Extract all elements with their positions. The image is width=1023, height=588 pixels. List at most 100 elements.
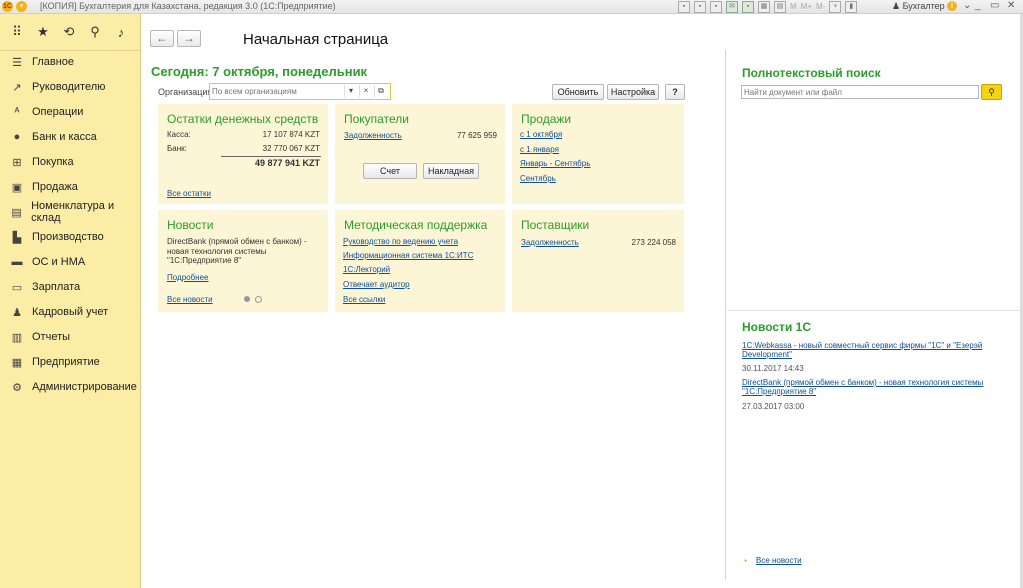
method-link[interactable]: 1С:Лекторий <box>343 265 390 274</box>
back-button[interactable]: ← <box>150 30 174 47</box>
sidebar-item-8[interactable]: ▙ Производство <box>0 226 140 248</box>
all-balances-link[interactable]: Все остатки <box>167 189 211 198</box>
panel-icon[interactable]: ▮ <box>845 1 858 13</box>
sidebar-item-6[interactable]: ▣ Продажа <box>0 176 140 198</box>
panel-title[interactable]: Продажи <box>521 112 571 126</box>
help-button[interactable]: ? <box>665 84 685 100</box>
panel-title[interactable]: Остатки денежных средств <box>167 112 318 126</box>
memory-m-button[interactable]: M <box>790 1 797 13</box>
sidebar-item-label: Операции <box>32 106 84 118</box>
more-link[interactable]: Подробнее <box>167 273 209 282</box>
pager-dot-active[interactable] <box>244 296 250 302</box>
close-button[interactable]: ✕ <box>1007 0 1015 12</box>
sidebar-item-5[interactable]: ⊞ Покупка <box>0 151 140 173</box>
organization-input[interactable] <box>212 85 342 97</box>
attach-icon[interactable]: ▪ <box>742 1 754 13</box>
news-item-link[interactable]: Development" <box>742 350 792 359</box>
sales-link[interactable]: с 1 октября <box>520 130 562 139</box>
history-icon[interactable]: ⟲ <box>56 24 82 40</box>
dropdown-arrow-icon[interactable]: ▾ <box>344 85 357 97</box>
method-link[interactable]: Информационная система 1С:ИТС <box>343 251 473 260</box>
settings-button[interactable]: Настройка <box>607 84 659 100</box>
sidebar-item-1[interactable]: ☰ Главное <box>0 51 140 73</box>
waybill-button[interactable]: Накладная <box>423 163 479 179</box>
sidebar-item-13[interactable]: ▦ Предприятие <box>0 351 140 373</box>
method-link[interactable]: Отвечает аудитор <box>343 280 410 289</box>
bank-label: Банк: <box>167 144 187 153</box>
building-icon: ▦ <box>11 356 23 369</box>
app-logo-icon[interactable]: 1C <box>2 1 13 12</box>
dropdown-arrow-icon[interactable]: ⌄ <box>963 0 971 12</box>
save-icon[interactable]: ▪ <box>678 1 690 13</box>
sales-link[interactable]: Сентябрь <box>520 174 556 183</box>
restore-button[interactable]: ▭ <box>990 0 999 12</box>
panel-title[interactable]: Методическая поддержка <box>344 218 487 232</box>
news-text-line: новая технология системы <box>167 247 267 256</box>
sidebar-item-2[interactable]: ↗ Руководителю <box>0 76 140 98</box>
search-icon[interactable]: ⚲ <box>82 24 108 40</box>
all-news-link[interactable]: Все новости <box>756 556 802 565</box>
sidebar-item-7[interactable]: ▤ Номенклатура и склад <box>0 200 140 224</box>
sidebar-item-label: Банк и касса <box>32 131 97 143</box>
pager-dot[interactable] <box>255 296 262 303</box>
clear-icon[interactable]: × <box>359 85 372 97</box>
star-icon[interactable]: ★ <box>30 24 56 40</box>
main-menu-icon[interactable]: ▾ <box>16 1 27 12</box>
minimize-button[interactable]: _ <box>975 0 981 12</box>
news-text-line: "1С:Предприятие 8" <box>167 256 242 265</box>
user-name[interactable]: ♟ Бухгалтер <box>892 1 945 12</box>
forward-button[interactable]: → <box>177 30 201 47</box>
all-links-link[interactable]: Все ссылки <box>343 295 385 304</box>
sidebar-item-11[interactable]: ♟ Кадровый учет <box>0 301 140 323</box>
vertical-divider <box>725 50 726 580</box>
news-item-link[interactable]: DirectBank (прямой обмен с банком) - нов… <box>742 378 983 387</box>
sidebar-item-9[interactable]: ▬ ОС и НМА <box>0 251 140 273</box>
bell-icon[interactable]: ♪ <box>108 25 134 40</box>
sidebar-item-label: Номенклатура и склад <box>31 200 115 224</box>
trend-icon: ↗ <box>12 81 22 94</box>
calendar-icon[interactable]: ▤ <box>774 1 786 13</box>
sidebar-item-label: ОС и НМА <box>32 256 86 268</box>
memory-plus-button[interactable]: M+ <box>801 1 812 13</box>
zoom-in-icon[interactable]: + <box>829 1 842 13</box>
sidebar-item-14[interactable]: ⚙ Администрирование <box>0 376 140 398</box>
info-icon[interactable]: i <box>947 1 957 11</box>
panel-title[interactable]: Покупатели <box>344 112 409 126</box>
truck-icon: ▬ <box>11 256 23 268</box>
news-item-link[interactable]: 1С:Webkassa - новый совместный сервис фи… <box>742 341 982 350</box>
organization-field: ▾ × ⧉ <box>209 83 391 100</box>
bank-value: 32 770 067 KZT <box>262 144 320 153</box>
apps-grid-icon[interactable]: ⠿ <box>4 24 30 40</box>
sidebar-item-3[interactable]: ᴬ Операции <box>0 101 140 123</box>
sidebar-item-10[interactable]: ▭ Зарплата <box>0 276 140 298</box>
suppliers-debt-link[interactable]: Задолженность <box>521 238 579 247</box>
refresh-button[interactable]: Обновить <box>552 84 604 100</box>
panel-title[interactable]: Поставщики <box>521 218 589 232</box>
buyers-debt-link[interactable]: Задолженность <box>344 131 402 140</box>
search-button[interactable]: ⚲ <box>981 84 1002 100</box>
kassa-label: Касса: <box>167 130 191 139</box>
sales-link[interactable]: с 1 января <box>520 145 559 154</box>
calculator-icon[interactable]: ▦ <box>758 1 770 13</box>
all-news-link[interactable]: Все новости <box>167 295 213 304</box>
sidebar-item-label: Кадровый учет <box>32 306 109 318</box>
sidebar-item-label: Руководителю <box>32 81 106 93</box>
preview-icon[interactable]: ▪ <box>710 1 722 13</box>
open-icon[interactable]: ⧉ <box>374 85 387 97</box>
rss-icon: ◔ <box>742 556 748 566</box>
mail-icon[interactable]: ✉ <box>726 1 738 13</box>
sidebar-item-4[interactable]: ● Банк и касса <box>0 126 140 148</box>
method-link[interactable]: Руководство по ведению учета <box>343 237 458 246</box>
memory-minus-button[interactable]: M- <box>816 1 825 13</box>
news-item-link[interactable]: "1С:Предприятие 8" <box>742 387 816 396</box>
page-title: Начальная страница <box>243 31 389 48</box>
print-icon[interactable]: ▪ <box>694 1 706 13</box>
kassa-value: 17 107 874 KZT <box>262 130 320 139</box>
panel-title[interactable]: Новости <box>167 218 213 232</box>
method-support-panel: Методическая поддержка Руководство по ве… <box>335 210 505 312</box>
fulltext-search-input[interactable] <box>741 85 979 99</box>
sales-link[interactable]: Январь - Сентябрь <box>520 159 590 168</box>
menu-lines-icon: ☰ <box>12 56 22 69</box>
invoice-button[interactable]: Счет <box>363 163 417 179</box>
sidebar-item-12[interactable]: ▥ Отчеты <box>0 326 140 348</box>
